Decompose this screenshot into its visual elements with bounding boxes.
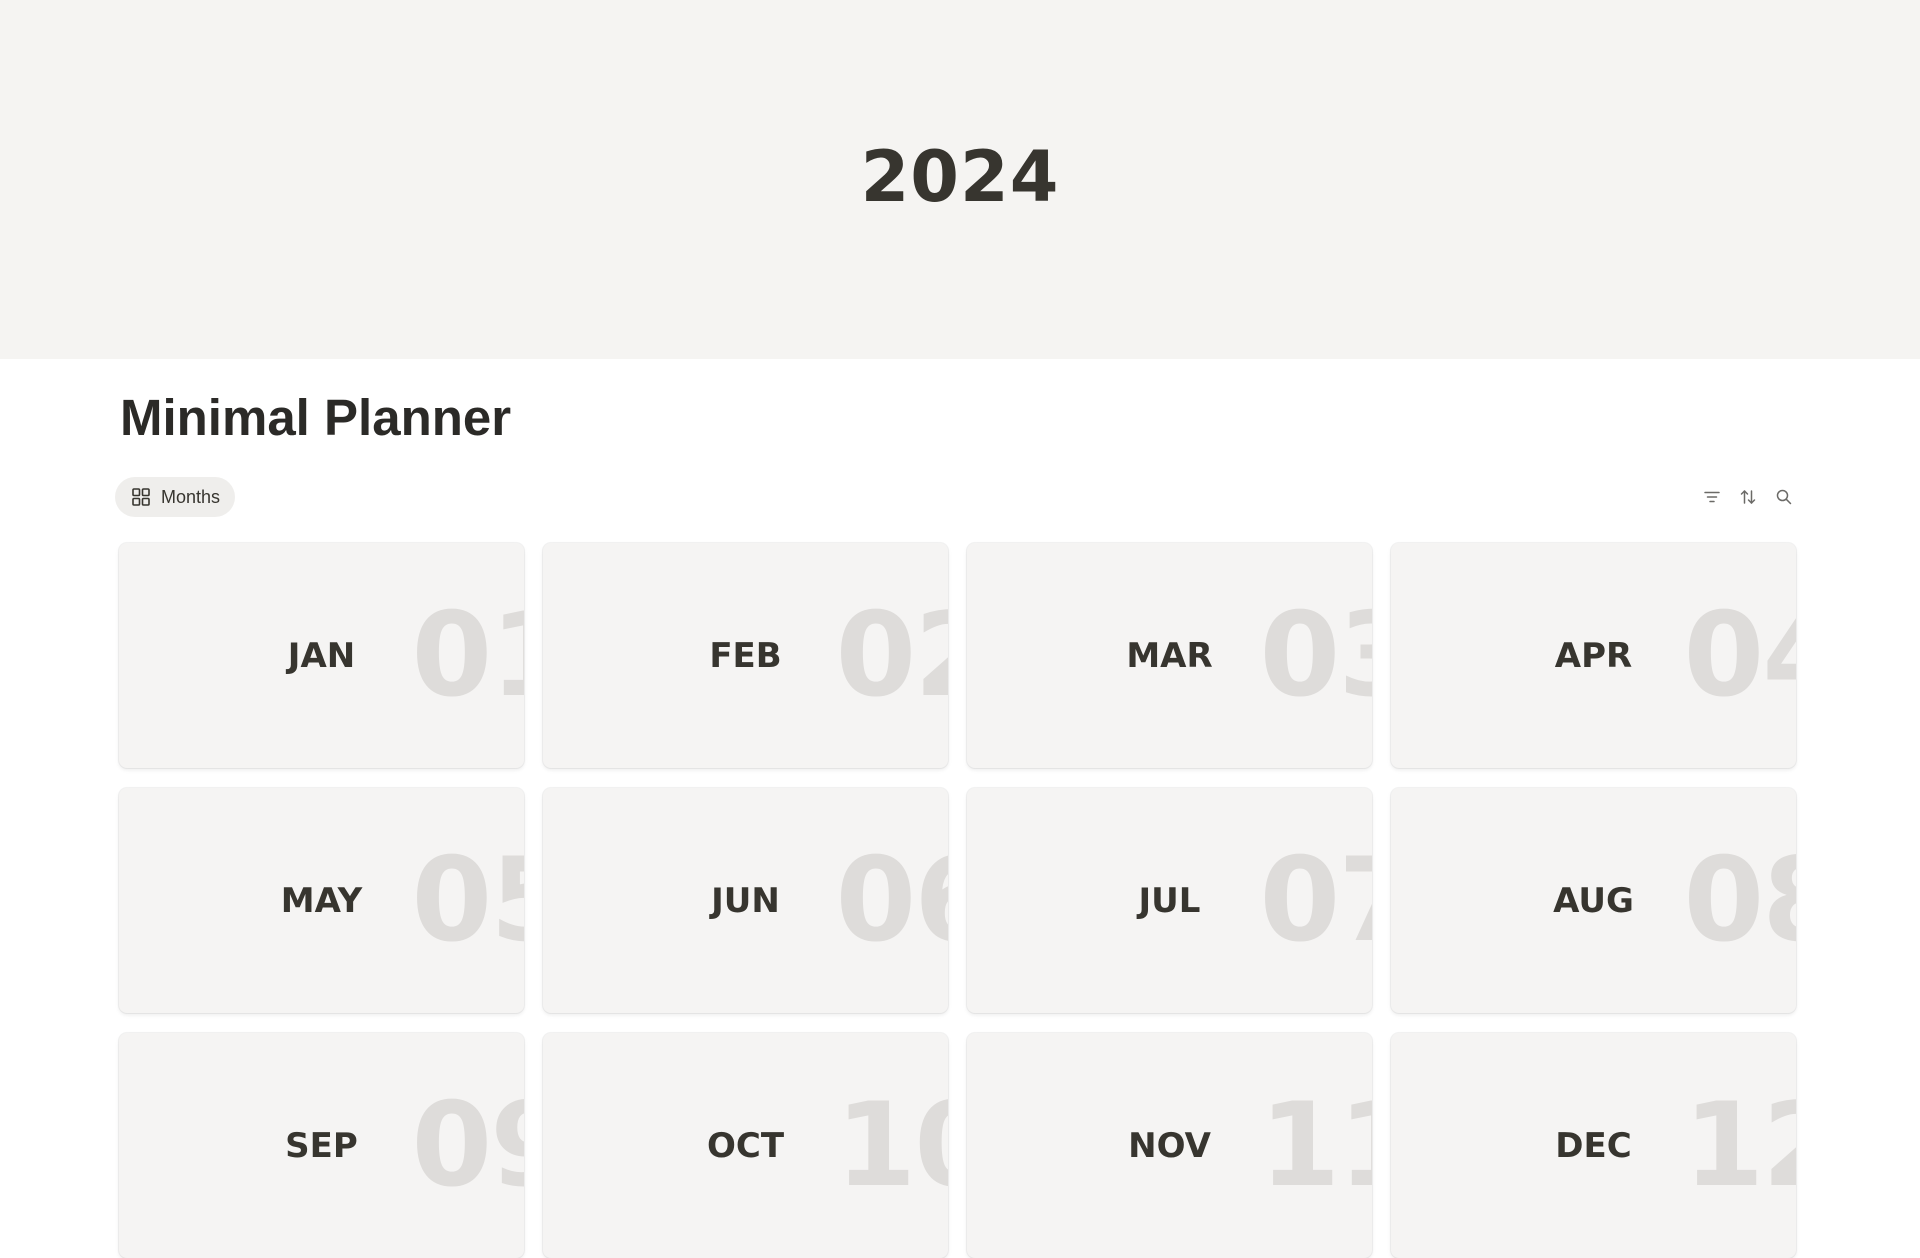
month-number: 07 bbox=[1259, 832, 1373, 968]
month-card[interactable]: 04 APR bbox=[1391, 543, 1796, 768]
filter-icon bbox=[1703, 488, 1721, 506]
month-card[interactable]: 05 MAY bbox=[119, 788, 524, 1013]
month-label: JUL bbox=[1138, 880, 1201, 921]
month-number: 08 bbox=[1683, 832, 1797, 968]
search-icon bbox=[1775, 488, 1793, 506]
month-card[interactable]: 11 NOV bbox=[967, 1033, 1372, 1258]
gallery-grid-icon bbox=[131, 487, 151, 507]
view-tab-label: Months bbox=[161, 486, 221, 507]
month-label: OCT bbox=[706, 1125, 785, 1166]
month-card[interactable]: 07 JUL bbox=[967, 788, 1372, 1013]
month-number: 01 bbox=[411, 587, 525, 723]
month-label: MAY bbox=[280, 880, 363, 921]
month-label: APR bbox=[1554, 635, 1633, 676]
search-button[interactable] bbox=[1772, 484, 1796, 510]
month-card[interactable]: 02 FEB bbox=[543, 543, 948, 768]
month-card[interactable]: 08 AUG bbox=[1391, 788, 1796, 1013]
month-card[interactable]: 09 SEP bbox=[119, 1033, 524, 1258]
filter-button[interactable] bbox=[1700, 484, 1724, 510]
month-label: DEC bbox=[1555, 1125, 1632, 1166]
month-label: AUG bbox=[1553, 880, 1634, 921]
months-gallery: 01 JAN 02 FEB 03 MAR 04 APR 05 MAY 06 JUN 07 JU… bbox=[119, 543, 1796, 1258]
month-card[interactable]: 10 OCT bbox=[543, 1033, 948, 1258]
month-number: 05 bbox=[411, 832, 525, 968]
month-label: FEB bbox=[709, 635, 782, 676]
month-card[interactable]: 03 MAR bbox=[967, 543, 1372, 768]
month-label: NOV bbox=[1128, 1125, 1211, 1166]
month-number: 06 bbox=[835, 832, 949, 968]
month-number: 03 bbox=[1259, 587, 1373, 723]
month-number: 12 bbox=[1683, 1077, 1797, 1213]
month-card[interactable]: 01 JAN bbox=[119, 543, 524, 768]
month-label: JUN bbox=[711, 880, 780, 921]
sort-icon bbox=[1739, 488, 1757, 506]
cover-title: 2024 bbox=[860, 136, 1060, 218]
month-label: MAR bbox=[1126, 635, 1213, 676]
month-card[interactable]: 12 DEC bbox=[1391, 1033, 1796, 1258]
page-title[interactable]: Minimal Planner bbox=[120, 388, 511, 447]
month-card[interactable]: 06 JUN bbox=[543, 788, 948, 1013]
month-label: SEP bbox=[285, 1125, 358, 1166]
view-toolbar bbox=[1700, 484, 1796, 510]
month-number: 04 bbox=[1683, 587, 1797, 723]
month-number: 10 bbox=[835, 1077, 949, 1213]
month-number: 11 bbox=[1259, 1077, 1373, 1213]
sort-button[interactable] bbox=[1736, 484, 1760, 510]
month-number: 09 bbox=[411, 1077, 525, 1213]
view-tab-months[interactable]: Months bbox=[115, 477, 236, 517]
month-number: 02 bbox=[835, 587, 949, 723]
month-label: JAN bbox=[287, 635, 356, 676]
page-cover: 2024 bbox=[0, 0, 1920, 359]
